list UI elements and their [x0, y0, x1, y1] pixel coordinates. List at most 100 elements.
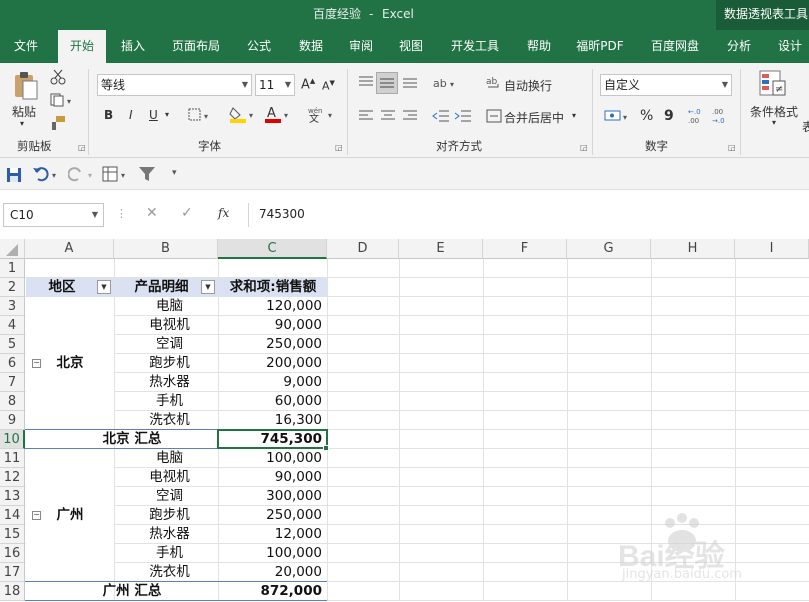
product-cell[interactable]: 空调 — [115, 487, 218, 506]
customize-qat-icon[interactable]: ▾ — [172, 168, 177, 178]
percent-style-button[interactable]: % — [640, 108, 653, 124]
value-cell[interactable]: 200,000 — [219, 354, 327, 373]
phonetic-icon[interactable]: wén 文 ▾ — [306, 105, 336, 126]
tab-analyze[interactable]: 分析 — [718, 30, 760, 63]
value-cell[interactable]: 100,000 — [219, 449, 327, 468]
cancel-icon[interactable]: ✕ — [146, 205, 158, 221]
value-cell[interactable]: 16,300 — [219, 411, 327, 430]
conditional-format-dropdown-icon[interactable]: ▾ — [772, 118, 776, 127]
italic-button[interactable]: I — [129, 108, 133, 122]
product-cell[interactable]: 洗衣机 — [115, 411, 218, 430]
tab-view[interactable]: 视图 — [390, 30, 432, 63]
tab-developer[interactable]: 开发工具 — [444, 30, 506, 63]
product-cell[interactable]: 电视机 — [115, 468, 218, 487]
row-header[interactable]: 16 — [0, 544, 25, 563]
column-header[interactable]: G — [567, 239, 651, 259]
value-cell[interactable]: 120,000 — [219, 297, 327, 316]
font-color-icon[interactable]: A ▾ — [264, 105, 292, 126]
row-header[interactable]: 14 — [0, 506, 25, 525]
value-cell[interactable]: 20,000 — [219, 563, 327, 582]
merge-center-icon[interactable] — [486, 108, 502, 127]
row-header[interactable]: 8 — [0, 392, 25, 411]
product-cell[interactable]: 跑步机 — [115, 354, 218, 373]
select-all-corner[interactable] — [0, 239, 25, 259]
value-cell[interactable]: 90,000 — [219, 316, 327, 335]
row-header[interactable]: 4 — [0, 316, 25, 335]
tab-formulas[interactable]: 公式 — [238, 30, 280, 63]
copy-icon[interactable]: ▾ — [50, 93, 76, 110]
row-header[interactable]: 2 — [0, 278, 25, 297]
row-header[interactable]: 3 — [0, 297, 25, 316]
row-header[interactable]: 15 — [0, 525, 25, 544]
increase-indent-icon[interactable] — [454, 109, 472, 126]
region-filter-dropdown[interactable]: ▼ — [97, 280, 111, 294]
align-right-icon[interactable] — [402, 109, 418, 126]
row-header[interactable]: 9 — [0, 411, 25, 430]
paste-button[interactable]: 粘贴 — [12, 103, 36, 120]
product-cell[interactable]: 跑步机 — [115, 506, 218, 525]
decrease-decimal-icon[interactable]: .00 →.0 — [712, 107, 732, 128]
product-cell[interactable]: 手机 — [115, 544, 218, 563]
product-cell[interactable]: 电脑 — [115, 297, 218, 316]
column-header[interactable]: B — [114, 239, 218, 259]
align-middle-icon[interactable] — [376, 72, 398, 94]
align-center-icon[interactable] — [380, 109, 396, 126]
grow-font-button[interactable]: A▲ — [301, 77, 315, 92]
row-header[interactable]: 1 — [0, 259, 25, 278]
tab-design[interactable]: 设计 — [770, 30, 809, 63]
wrap-text-icon[interactable]: ab — [486, 75, 502, 94]
row-header[interactable]: 7 — [0, 373, 25, 392]
product-cell[interactable]: 空调 — [115, 335, 218, 354]
value-cell[interactable]: 90,000 — [219, 468, 327, 487]
enter-icon[interactable]: ✓ — [181, 205, 193, 221]
value-cell[interactable]: 12,000 — [219, 525, 327, 544]
column-header-selected[interactable]: C — [218, 239, 327, 259]
merge-dropdown-icon[interactable]: ▾ — [572, 111, 576, 120]
row-header[interactable]: 6 — [0, 354, 25, 373]
clipboard-launcher-icon[interactable]: ◲ — [78, 143, 86, 152]
orientation-icon[interactable]: ab ▾ — [432, 75, 460, 94]
column-header[interactable]: A — [25, 239, 114, 259]
shrink-font-button[interactable]: A▼ — [322, 79, 335, 93]
merge-center-button[interactable]: 合并后居中 — [504, 109, 564, 126]
formula-input[interactable]: 745300 — [248, 203, 809, 227]
font-name-select[interactable]: 等线 ▼ — [97, 74, 252, 96]
tab-insert[interactable]: 插入 — [112, 30, 154, 63]
tab-help[interactable]: 帮助 — [518, 30, 560, 63]
align-left-icon[interactable] — [358, 109, 374, 126]
subtotal-label[interactable]: 北京 汇总 — [26, 430, 218, 449]
bold-button[interactable]: B — [104, 108, 113, 122]
tab-data[interactable]: 数据 — [290, 30, 332, 63]
comma-style-button[interactable]: 9 — [664, 108, 674, 124]
align-bottom-icon[interactable] — [402, 75, 418, 92]
tab-baidu-netdisk[interactable]: 百度网盘 — [642, 30, 708, 63]
row-header[interactable]: 18 — [0, 582, 25, 601]
column-header[interactable]: F — [483, 239, 567, 259]
row-header-selected[interactable]: 10 — [0, 430, 25, 449]
underline-button[interactable]: U — [149, 108, 158, 122]
font-size-select[interactable]: 11 ▼ — [255, 74, 295, 96]
column-header[interactable]: H — [651, 239, 735, 259]
tab-page-layout[interactable]: 页面布局 — [166, 30, 226, 63]
product-cell[interactable]: 热水器 — [115, 525, 218, 544]
align-top-icon[interactable] — [358, 75, 374, 92]
insert-function-icon[interactable]: fx — [218, 206, 229, 220]
value-cell[interactable]: 60,000 — [219, 392, 327, 411]
accounting-format-icon[interactable]: ▾ — [604, 108, 632, 127]
decrease-indent-icon[interactable] — [432, 109, 450, 126]
region-label[interactable]: 北京 — [26, 354, 114, 373]
column-header[interactable]: I — [735, 239, 809, 259]
cut-icon[interactable] — [50, 69, 66, 88]
pivot-header-sum[interactable]: 求和项:销售额 — [219, 278, 327, 297]
product-cell[interactable]: 电脑 — [115, 449, 218, 468]
font-launcher-icon[interactable]: ◲ — [335, 143, 343, 152]
name-box[interactable]: C10 ▼ — [3, 203, 104, 227]
tab-foxit-pdf[interactable]: 福昕PDF — [570, 30, 630, 63]
increase-decimal-icon[interactable]: ←.0.00 — [688, 107, 708, 128]
wrap-text-button[interactable]: 自动换行 — [504, 77, 552, 94]
row-header[interactable]: 13 — [0, 487, 25, 506]
redo-icon[interactable]: ▾ — [67, 166, 96, 185]
value-cell[interactable]: 250,000 — [219, 335, 327, 354]
underline-dropdown-icon[interactable]: ▾ — [165, 110, 169, 119]
tab-review[interactable]: 审阅 — [340, 30, 382, 63]
